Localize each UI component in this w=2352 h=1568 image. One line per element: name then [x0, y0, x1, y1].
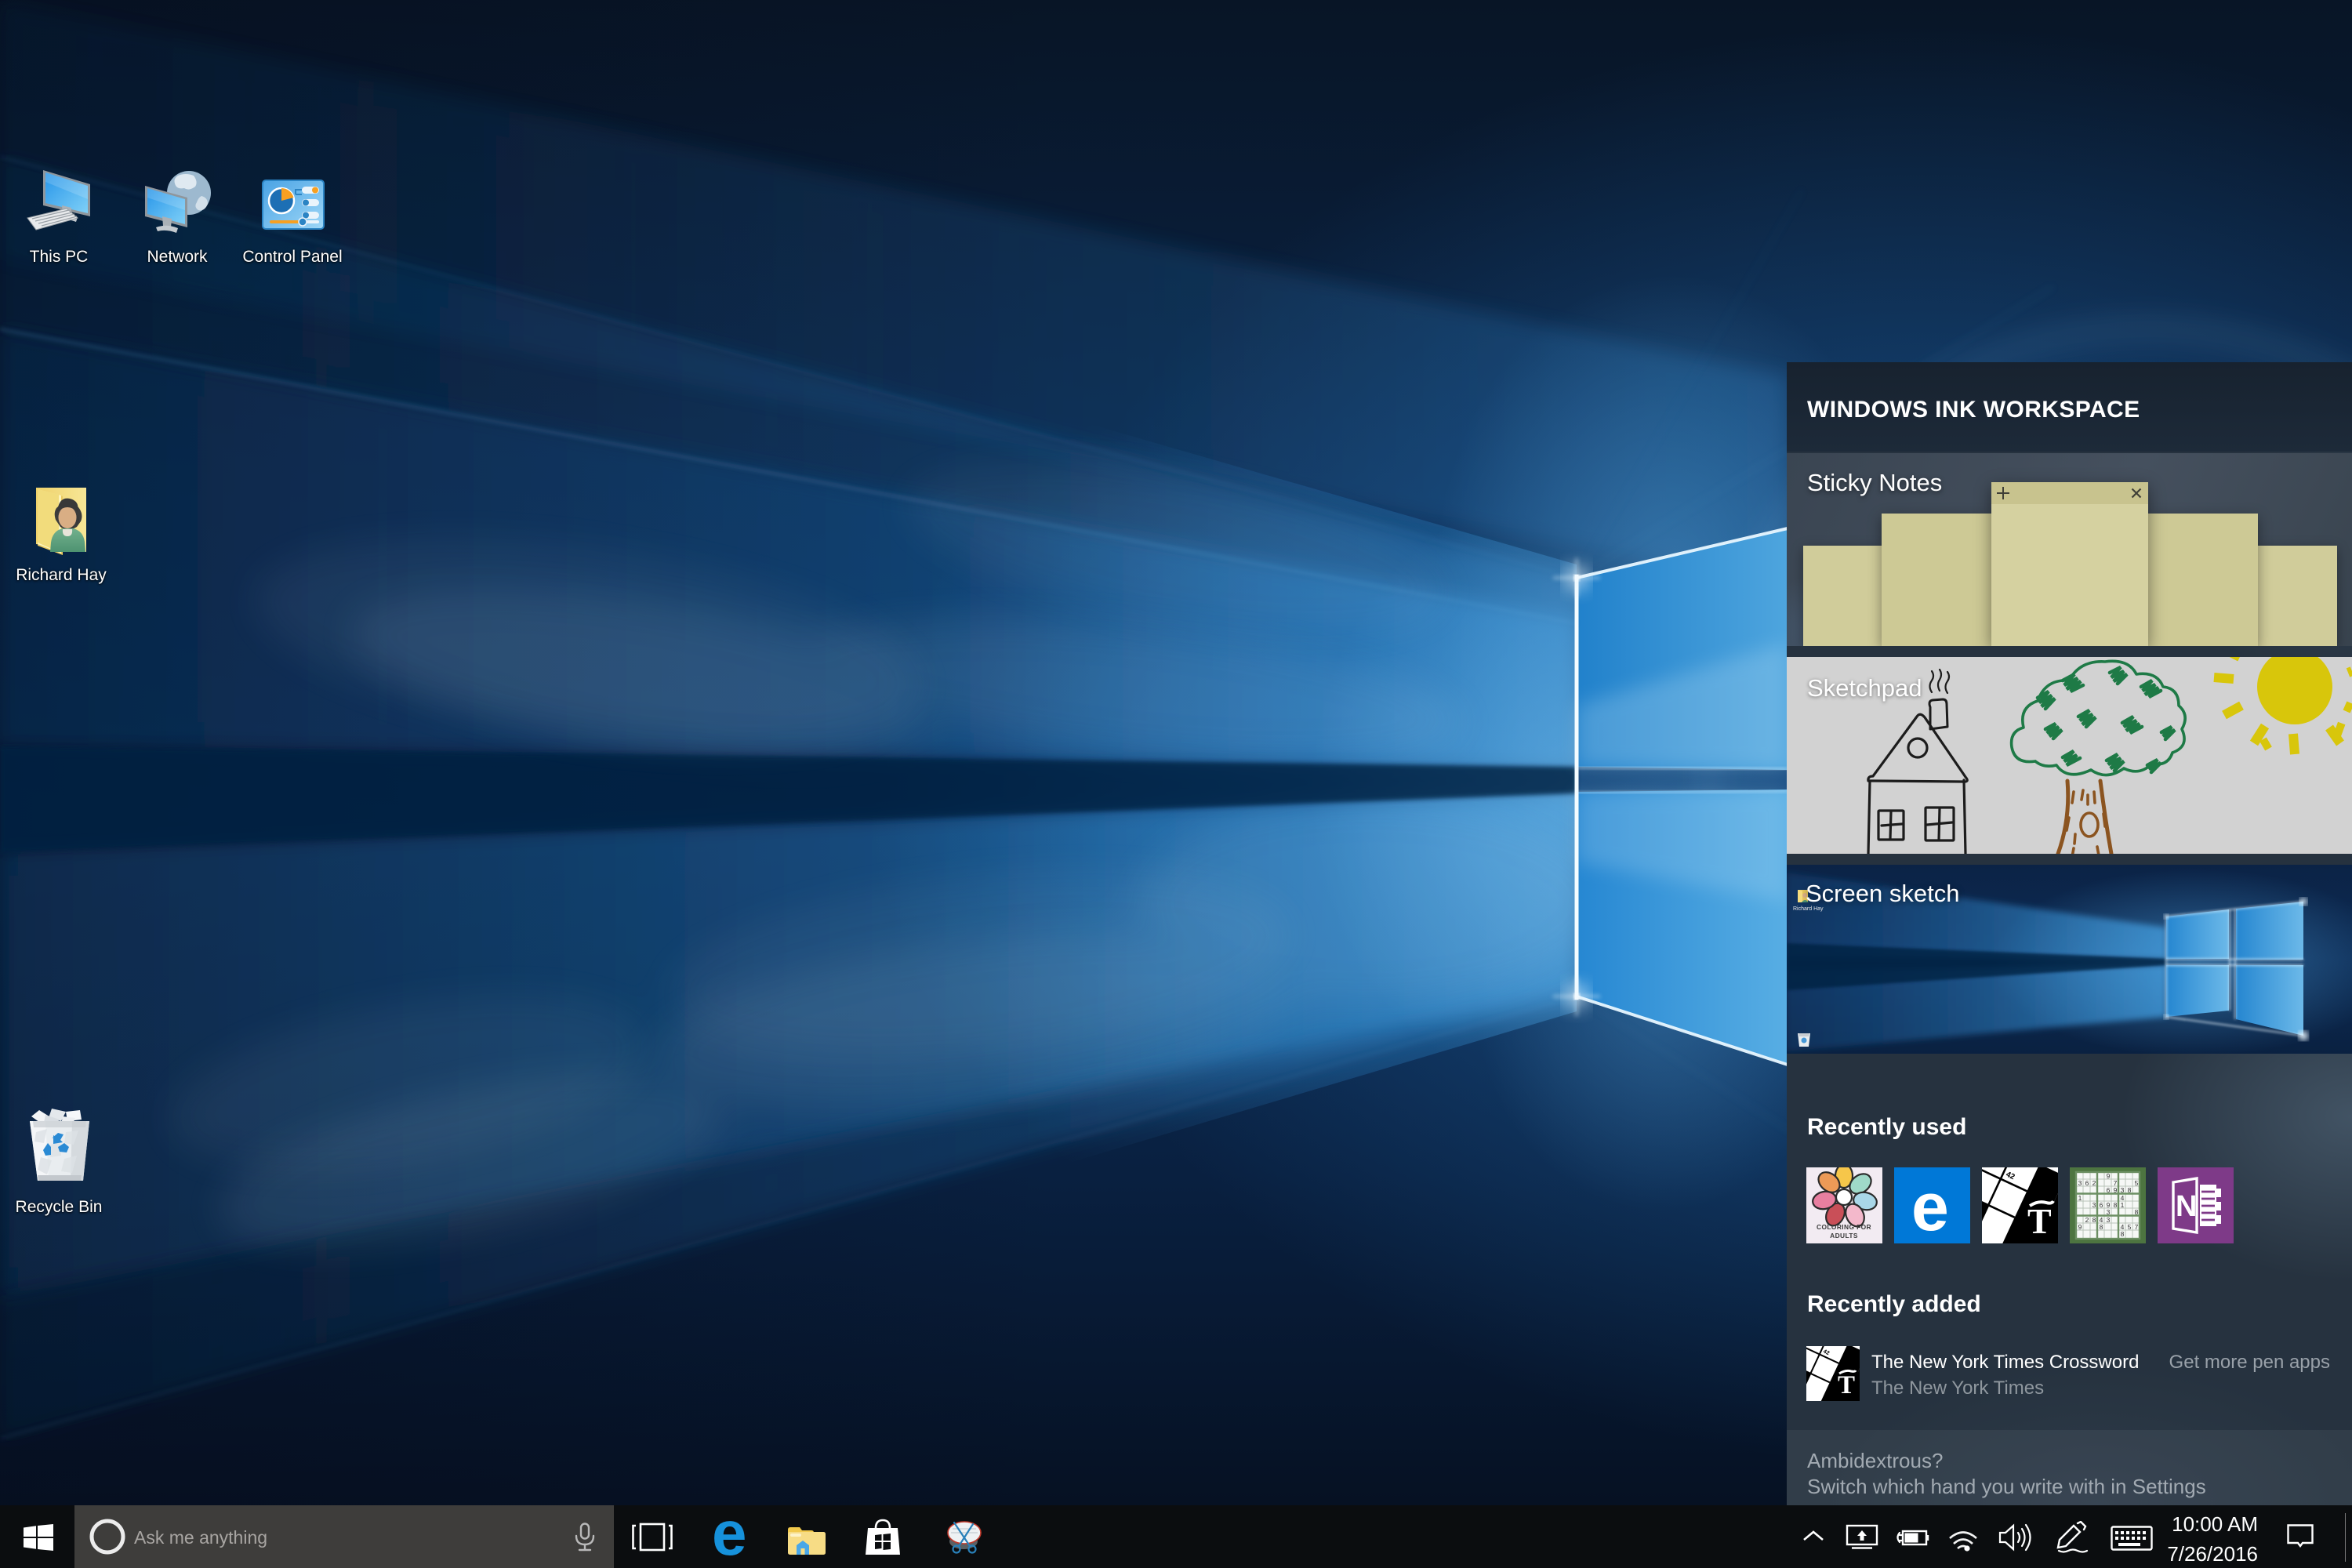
- svg-text:8: 8: [2128, 1186, 2132, 1194]
- svg-text:2: 2: [2085, 1216, 2089, 1224]
- svg-text:3: 3: [2078, 1179, 2082, 1187]
- svg-text:6: 6: [2100, 1201, 2103, 1209]
- svg-text:5: 5: [2135, 1179, 2139, 1187]
- svg-text:9: 9: [2114, 1186, 2118, 1194]
- svg-text:8: 8: [2100, 1223, 2103, 1231]
- svg-text:8: 8: [2092, 1216, 2096, 1224]
- svg-text:9: 9: [2107, 1172, 2111, 1180]
- svg-text:5: 5: [2128, 1223, 2132, 1231]
- svg-text:3: 3: [2107, 1216, 2111, 1224]
- svg-text:6: 6: [2107, 1186, 2111, 1194]
- svg-text:3: 3: [2107, 1208, 2111, 1216]
- svg-text:T: T: [1838, 1371, 1855, 1399]
- svg-text:ADULTS: ADULTS: [1830, 1232, 1858, 1240]
- svg-text:COLORING FOR: COLORING FOR: [1817, 1223, 1871, 1231]
- svg-text:8: 8: [2121, 1230, 2125, 1238]
- svg-text:T: T: [2027, 1201, 2052, 1241]
- svg-text:6: 6: [2085, 1179, 2089, 1187]
- svg-text:1: 1: [2121, 1201, 2125, 1209]
- svg-text:8: 8: [2135, 1208, 2139, 1216]
- svg-text:7: 7: [2135, 1223, 2139, 1231]
- svg-text:1: 1: [2078, 1194, 2082, 1202]
- svg-text:2: 2: [2092, 1179, 2096, 1187]
- svg-text:3: 3: [2121, 1186, 2125, 1194]
- svg-text:8: 8: [2114, 1201, 2118, 1209]
- svg-text:N: N: [2176, 1190, 2197, 1223]
- svg-text:9: 9: [2078, 1223, 2082, 1231]
- svg-text:3: 3: [2092, 1201, 2096, 1209]
